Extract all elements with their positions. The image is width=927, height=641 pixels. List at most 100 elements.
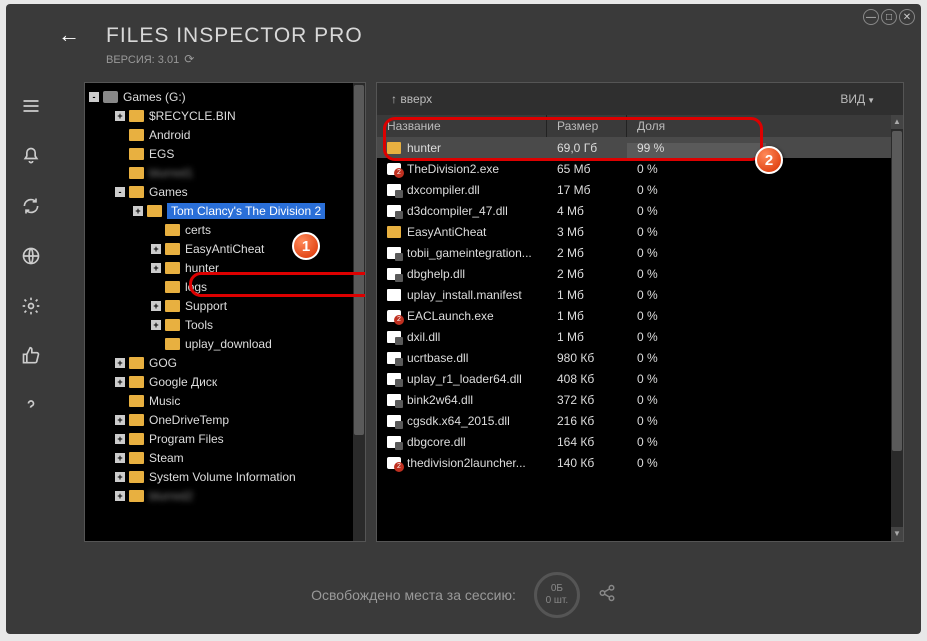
- list-scrollbar[interactable]: ▲ ▼: [891, 115, 903, 541]
- tree-item[interactable]: +System Volume Information: [85, 467, 365, 486]
- tree-item[interactable]: Music: [85, 391, 365, 410]
- tree-item[interactable]: logs: [85, 277, 365, 296]
- list-row[interactable]: dbghelp.dll2 Мб0 %: [377, 263, 903, 284]
- tree-item[interactable]: blurred1: [85, 163, 365, 182]
- expand-icon[interactable]: +: [151, 244, 161, 254]
- list-row[interactable]: TheDivision2.exe65 Мб0 %: [377, 158, 903, 179]
- folder-icon: [129, 471, 144, 483]
- tree-item[interactable]: +hunter: [85, 258, 365, 277]
- dll-icon: [387, 352, 401, 364]
- back-button[interactable]: ←: [58, 22, 80, 48]
- tree-root[interactable]: - Games (G:): [85, 87, 365, 106]
- expand-icon[interactable]: +: [115, 358, 125, 368]
- tree-item[interactable]: +OneDriveTemp: [85, 410, 365, 429]
- tree-item[interactable]: +Support: [85, 296, 365, 315]
- dll-icon: [387, 436, 401, 448]
- list-row[interactable]: thedivision2launcher...140 Кб0 %: [377, 452, 903, 473]
- expand-icon[interactable]: +: [133, 206, 143, 216]
- tree-item[interactable]: +blurred2: [85, 486, 365, 505]
- refresh-icon[interactable]: [19, 194, 43, 218]
- folder-icon: [129, 110, 144, 122]
- tree-item[interactable]: uplay_download: [85, 334, 365, 353]
- file-size: 65 Мб: [547, 162, 627, 176]
- file-list[interactable]: Название Размер Доля hunter69,0 Гб99 %Th…: [377, 115, 903, 541]
- tree-item[interactable]: Android: [85, 125, 365, 144]
- view-button[interactable]: ВИД▼: [840, 92, 875, 106]
- file-name: thedivision2launcher...: [407, 456, 526, 470]
- scroll-down-icon[interactable]: ▼: [891, 527, 903, 541]
- list-row[interactable]: d3dcompiler_47.dll4 Мб0 %: [377, 200, 903, 221]
- exe-icon: [387, 457, 401, 469]
- close-button[interactable]: ✕: [899, 9, 915, 25]
- scroll-up-icon[interactable]: ▲: [891, 115, 903, 129]
- footer-label: Освобождено места за сессию:: [311, 587, 516, 603]
- folder-tree[interactable]: - Games (G:) +$RECYCLE.BINAndroidEGSblur…: [84, 82, 366, 542]
- list-row[interactable]: cgsdk.x64_2015.dll216 Кб0 %: [377, 410, 903, 431]
- expand-icon[interactable]: +: [115, 491, 125, 501]
- expand-icon[interactable]: +: [151, 263, 161, 273]
- expand-icon[interactable]: +: [115, 415, 125, 425]
- expand-icon[interactable]: +: [115, 434, 125, 444]
- file-share: 0 %: [627, 435, 903, 449]
- tree-item[interactable]: -Games: [85, 182, 365, 201]
- globe-icon[interactable]: [19, 244, 43, 268]
- list-row[interactable]: EACLaunch.exe1 Мб0 %: [377, 305, 903, 326]
- tree-item[interactable]: +GOG: [85, 353, 365, 372]
- expand-icon[interactable]: +: [151, 320, 161, 330]
- help-icon[interactable]: [19, 394, 43, 418]
- expand-icon[interactable]: +: [115, 453, 125, 463]
- list-row[interactable]: hunter69,0 Гб99 %: [377, 137, 903, 158]
- expand-icon[interactable]: +: [115, 377, 125, 387]
- collapse-icon[interactable]: -: [89, 92, 99, 102]
- refresh-icon[interactable]: ⟳: [184, 52, 194, 66]
- folder-icon: [129, 186, 144, 198]
- footer: Освобождено места за сессию: 0Б 0 шт.: [6, 556, 921, 634]
- expand-icon[interactable]: +: [151, 301, 161, 311]
- tree-item[interactable]: +Tom Clancy's The Division 2: [85, 201, 365, 220]
- tree-item[interactable]: +EasyAntiCheat: [85, 239, 365, 258]
- tree-item[interactable]: certs: [85, 220, 365, 239]
- list-row[interactable]: dxil.dll1 Мб0 %: [377, 326, 903, 347]
- dll-icon: [387, 394, 401, 406]
- bell-icon[interactable]: [19, 144, 43, 168]
- up-button[interactable]: ↑ вверх: [391, 92, 432, 106]
- gear-icon[interactable]: [19, 294, 43, 318]
- list-row[interactable]: dxcompiler.dll17 Мб0 %: [377, 179, 903, 200]
- header-size[interactable]: Размер: [547, 115, 627, 137]
- list-row[interactable]: uplay_r1_loader64.dll408 Кб0 %: [377, 368, 903, 389]
- file-name: dxil.dll: [407, 330, 440, 344]
- scrollbar-thumb[interactable]: [354, 85, 364, 435]
- share-icon[interactable]: [598, 584, 616, 607]
- folder-icon: [165, 243, 180, 255]
- scrollbar-thumb[interactable]: [892, 131, 902, 451]
- list-row[interactable]: EasyAntiCheat3 Мб0 %: [377, 221, 903, 242]
- tree-label: logs: [185, 280, 207, 294]
- dll-icon: [387, 331, 401, 343]
- file-size: 1 Мб: [547, 330, 627, 344]
- header-share[interactable]: Доля: [627, 115, 903, 137]
- menu-icon[interactable]: [19, 94, 43, 118]
- tree-item[interactable]: +Program Files: [85, 429, 365, 448]
- list-header[interactable]: Название Размер Доля: [377, 115, 903, 137]
- expand-icon[interactable]: +: [115, 111, 125, 121]
- list-row[interactable]: tobii_gameintegration...2 Мб0 %: [377, 242, 903, 263]
- minimize-button[interactable]: —: [863, 9, 879, 25]
- expand-icon[interactable]: +: [115, 472, 125, 482]
- tree-item[interactable]: +$RECYCLE.BIN: [85, 106, 365, 125]
- maximize-button[interactable]: □: [881, 9, 897, 25]
- file-size: 1 Мб: [547, 288, 627, 302]
- tree-item[interactable]: +Steam: [85, 448, 365, 467]
- folder-icon: [165, 319, 180, 331]
- list-row[interactable]: uplay_install.manifest1 Мб0 %: [377, 284, 903, 305]
- tree-scrollbar[interactable]: [353, 83, 365, 541]
- file-list-panel: ↑ вверх ВИД▼ Название Размер Доля hunter…: [376, 82, 904, 542]
- tree-item[interactable]: +Google Диск: [85, 372, 365, 391]
- thumbs-up-icon[interactable]: [19, 344, 43, 368]
- header-name[interactable]: Название: [377, 115, 547, 137]
- list-row[interactable]: dbgcore.dll164 Кб0 %: [377, 431, 903, 452]
- collapse-icon[interactable]: -: [115, 187, 125, 197]
- list-row[interactable]: bink2w64.dll372 Кб0 %: [377, 389, 903, 410]
- tree-item[interactable]: EGS: [85, 144, 365, 163]
- tree-item[interactable]: +Tools: [85, 315, 365, 334]
- list-row[interactable]: ucrtbase.dll980 Кб0 %: [377, 347, 903, 368]
